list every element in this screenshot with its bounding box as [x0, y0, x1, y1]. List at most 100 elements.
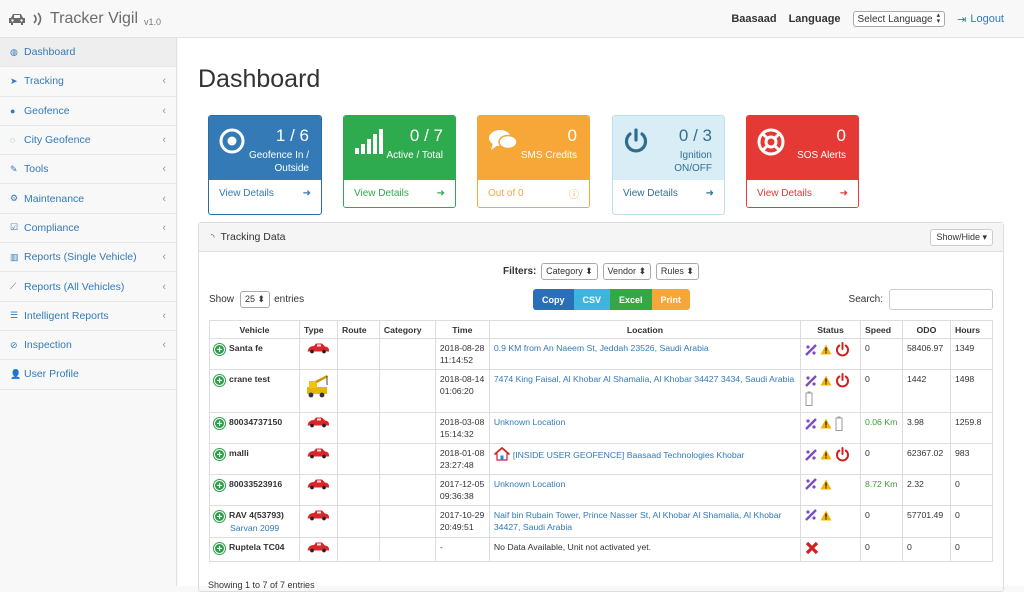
view-details-label: View Details [354, 188, 409, 199]
route-cell [336, 338, 380, 370]
search-input[interactable] [889, 289, 993, 310]
table-row[interactable]: + malli 2018-01-08 23:27:48 [INSIDE USER GEO… [209, 443, 994, 475]
table-row[interactable]: +80034737150 2018-03-08 15:14:32 Unknown Lo… [209, 412, 994, 444]
expand-row-icon[interactable]: + [214, 543, 225, 555]
sidebar-item-reports-single[interactable]: ▥ Reports (Single Vehicle) ‹ [0, 243, 176, 273]
vehicle-name[interactable]: crane test [229, 374, 270, 384]
sidebar-item-reports-all[interactable]: ⟋ Reports (All Vehicles) ‹ [0, 272, 176, 302]
sms-out-of[interactable]: Out of 0 ⓘ [478, 180, 589, 207]
sidebar-item-tools[interactable]: ✎ Tools ‹ [0, 155, 176, 185]
time-date: 2017-12-05 [439, 479, 485, 489]
vehicle-driver-link[interactable]: Sarvan 2099 [230, 523, 279, 533]
power-off-icon [835, 342, 850, 360]
logout-label: Logout [970, 13, 1004, 25]
gps-signal-icon [805, 343, 817, 359]
table-row[interactable]: + crane test 2018-08-14 01:06:20 7474 King F… [209, 369, 994, 413]
expand-row-icon[interactable]: + [214, 480, 225, 492]
expand-row-icon[interactable]: + [214, 418, 225, 430]
table-row[interactable]: + RAV 4(53793) Sarvan 2099 2017-10-29 20:49:… [209, 505, 994, 538]
category-cell [378, 369, 436, 413]
geofence-view-details[interactable]: View Details ➜ [209, 180, 321, 207]
col-speed[interactable]: Speed [859, 320, 903, 339]
sos-view-details[interactable]: View Details ➜ [747, 180, 858, 207]
speed-cell: 0 [859, 369, 903, 413]
col-odo[interactable]: ODO [901, 320, 951, 339]
col-hours[interactable]: Hours [949, 320, 994, 339]
signal-icon [355, 129, 383, 154]
active-label: Active / Total [386, 149, 443, 162]
expand-row-icon[interactable]: + [214, 344, 225, 356]
vehicle-name[interactable]: 80034737150 [229, 417, 282, 427]
speed-cell: 0 [859, 537, 903, 562]
expand-row-icon[interactable]: + [214, 375, 225, 387]
type-cell [298, 505, 338, 538]
vehicle-cell: + malli [209, 443, 300, 475]
location-link[interactable]: Naif bin Rubain Tower, Prince Nasser St,… [494, 510, 782, 532]
location-link[interactable]: Unknown Location [494, 417, 565, 427]
sms-out-of-label: Out of 0 [488, 188, 524, 199]
vehicle-name[interactable]: malli [229, 448, 249, 458]
show-hide-button[interactable]: Show/Hide ▾ [930, 229, 993, 246]
vehicle-name[interactable]: 80033523916 [229, 479, 282, 489]
col-location[interactable]: Location [488, 320, 802, 339]
time-clock: 23:27:48 [439, 460, 474, 470]
status-cell [800, 412, 861, 444]
vendor-filter[interactable]: Vendor ⬍ [602, 263, 652, 280]
hours-cell: 983 [949, 443, 994, 475]
table-row[interactable]: + Santa fe 2018-08-28 11:14:52 0.9 KM from A… [209, 338, 994, 370]
col-vehicle[interactable]: Vehicle [209, 320, 300, 339]
sidebar-item-inspection[interactable]: ⊘ Inspection ‹ [0, 331, 176, 361]
location-link[interactable]: [INSIDE USER GEOFENCE] Baasaad Technolog… [513, 450, 745, 460]
expand-row-icon[interactable]: + [214, 449, 225, 461]
col-route[interactable]: Route [336, 320, 380, 339]
tracking-panel-title: Tracking Data [220, 231, 286, 243]
search-label: Search: [848, 294, 883, 305]
username[interactable]: Baasaad [731, 13, 776, 25]
vehicle-cell: + Santa fe [209, 338, 300, 370]
battery-icon [805, 391, 813, 409]
time-cell: 2018-08-28 11:14:52 [434, 338, 490, 370]
table-row[interactable]: + Ruptela TC04 - No Data Available, Unit no… [209, 537, 994, 562]
sidebar-item-compliance[interactable]: ☑ Compliance ‹ [0, 214, 176, 244]
sidebar-item-dashboard[interactable]: ◍ Dashboard [0, 38, 176, 68]
copy-button[interactable]: Copy [533, 289, 574, 310]
active-card: 0 / 7 Active / Total View Details ➜ [343, 115, 456, 208]
print-button[interactable]: Print [651, 289, 691, 310]
entries-select[interactable]: 25 ⬍ [240, 291, 271, 308]
arrow-circle-right-icon: ➜ [302, 188, 311, 199]
location-link[interactable]: Unknown Location [494, 479, 565, 489]
rules-filter[interactable]: Rules ⬍ [655, 263, 699, 280]
vehicle-name[interactable]: Santa fe [229, 343, 263, 353]
excel-button[interactable]: Excel [610, 289, 652, 310]
vehicle-name[interactable]: RAV 4(53793) [229, 510, 284, 520]
vehicle-name[interactable]: Ruptela TC04 [229, 542, 285, 552]
col-type[interactable]: Type [298, 320, 338, 339]
csv-button[interactable]: CSV [573, 289, 611, 310]
sidebar-item-tracking[interactable]: ➤ Tracking ‹ [0, 67, 176, 97]
ignition-view-details[interactable]: View Details ➜ [613, 180, 724, 207]
sidebar-item-city-geofence[interactable]: ◌ City Geofence ‹ [0, 126, 176, 156]
category-cell [378, 412, 436, 444]
location-link[interactable]: 7474 King Faisal, Al Khobar Al Shamalia,… [494, 374, 794, 384]
col-status[interactable]: Status [800, 320, 861, 339]
sidebar-item-user-profile[interactable]: 👤 User Profile [0, 360, 176, 390]
sidebar-item-intelligent-reports[interactable]: ☰ Intelligent Reports ‹ [0, 302, 176, 331]
status-cell [800, 505, 861, 538]
category-filter[interactable]: Category ⬍ [541, 263, 598, 280]
chevron-left-icon: ‹ [162, 309, 166, 322]
sidebar-item-label: Maintenance [24, 192, 85, 205]
table-row[interactable]: +80033523916 2017-12-05 09:36:38 Unknown Lo… [209, 474, 994, 506]
brand[interactable]: Tracker Vigil v1.0 [8, 10, 161, 28]
type-cell [298, 443, 338, 475]
expand-row-icon[interactable]: + [214, 511, 225, 523]
col-time[interactable]: Time [434, 320, 490, 339]
location-link[interactable]: 0.9 KM from An Naeem St, Jeddah 23526, S… [494, 343, 709, 353]
language-select[interactable]: Select Language ▴ ▾ [852, 11, 946, 27]
sidebar-item-maintenance[interactable]: ⚙ Maintenance ‹ [0, 184, 176, 214]
col-category[interactable]: Category [378, 320, 436, 339]
sidebar-item-geofence[interactable]: ● Geofence ‹ [0, 97, 176, 126]
location-cell: No Data Available, Unit not activated ye… [488, 537, 802, 562]
type-cell [298, 369, 338, 413]
logout-link[interactable]: ⇥ Logout [957, 13, 1004, 26]
active-view-details[interactable]: View Details ➜ [344, 180, 455, 207]
